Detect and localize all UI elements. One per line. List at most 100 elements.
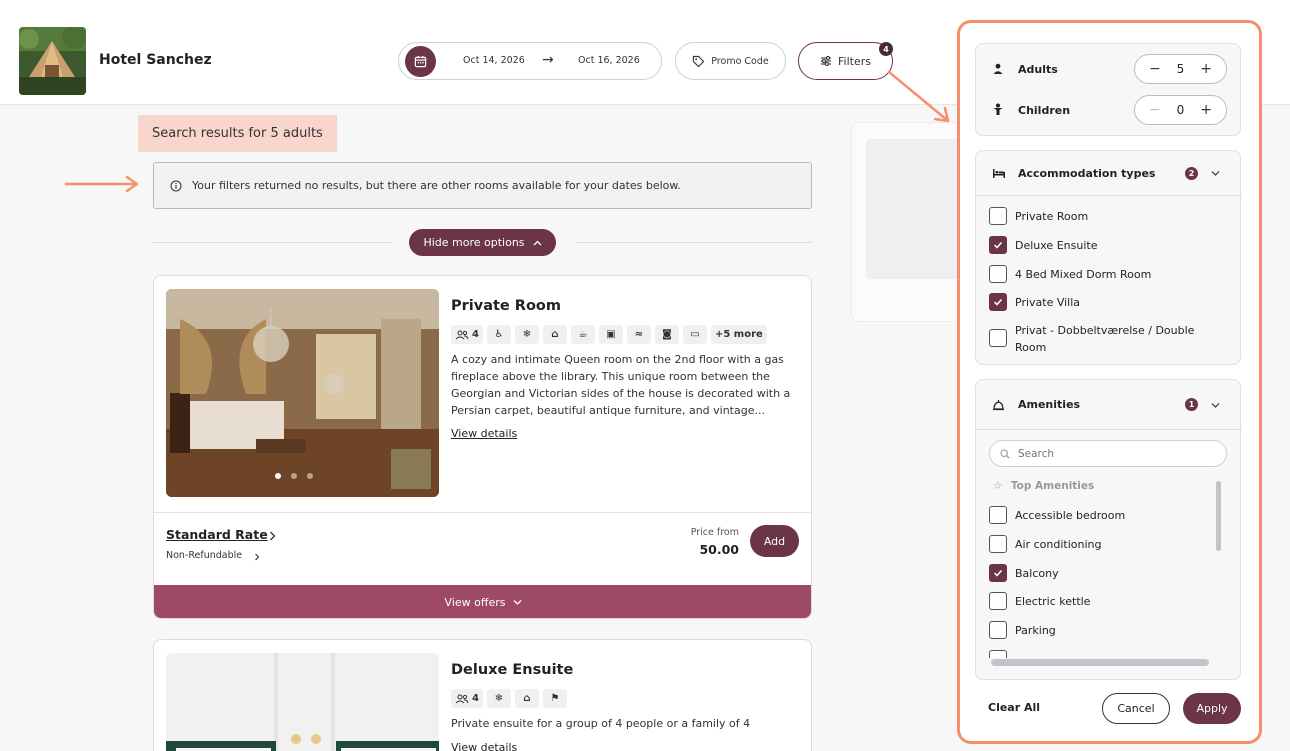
accommodation-option[interactable]: Private Villa — [989, 293, 1080, 311]
minus-icon[interactable]: − — [1149, 102, 1161, 118]
chevron-down-icon — [1211, 171, 1220, 176]
filters-count-badge: 4 — [879, 42, 893, 56]
air-conditioning-icon: ❄ — [522, 329, 532, 340]
check-icon — [993, 569, 1003, 577]
checkbox[interactable] — [989, 329, 1007, 347]
vertical-scrollbar[interactable] — [1216, 481, 1221, 551]
cancel-button[interactable]: Cancel — [1102, 693, 1170, 724]
amenity-chip: ◙ — [654, 325, 679, 344]
amenity-option[interactable]: Accessible bedroom — [989, 506, 1125, 524]
room-photo[interactable] — [166, 289, 439, 497]
search-icon — [1000, 448, 1010, 459]
view-offers-label: View offers — [444, 595, 506, 609]
checkbox[interactable] — [989, 650, 1007, 658]
checkbox[interactable] — [989, 564, 1007, 582]
amenities-search-input[interactable] — [1018, 447, 1208, 460]
room-photo[interactable] — [166, 653, 439, 751]
amenity-option[interactable]: Balcony — [989, 564, 1059, 582]
hide-more-options-button[interactable]: Hide more options — [409, 229, 556, 256]
chevron-right-icon[interactable] — [269, 531, 276, 541]
guests-count: 4 — [472, 693, 479, 704]
option-label: Privat - Dobbeltværelse / Double Room — [1015, 324, 1195, 354]
view-details-link[interactable]: View details — [451, 741, 517, 751]
option-label: Parking — [1015, 624, 1056, 637]
price-label: Price from — [690, 527, 739, 538]
rate-name-link[interactable]: Standard Rate — [166, 527, 268, 542]
hotel-name: Hotel Sanchez — [99, 52, 212, 68]
check-out-date[interactable]: Oct 16, 2026 — [578, 55, 640, 66]
calendar-icon — [414, 55, 427, 68]
checkbox[interactable] — [989, 592, 1007, 610]
children-stepper[interactable]: − 0 + — [1134, 95, 1227, 125]
accommodation-option[interactable]: Deluxe Ensuite — [989, 236, 1097, 254]
top-amenities-heading: ☆ Top Amenities — [993, 479, 1094, 492]
clear-all-button[interactable]: Clear All — [988, 701, 1040, 714]
amenity-chip: ⌂ — [514, 689, 539, 708]
check-in-date[interactable]: Oct 14, 2026 — [463, 55, 525, 66]
chevron-right-icon[interactable] — [254, 553, 260, 561]
child-icon — [993, 103, 1003, 115]
divider — [575, 242, 812, 243]
view-details-link[interactable]: View details — [451, 427, 517, 440]
minus-icon[interactable]: − — [1149, 61, 1161, 77]
amenity-chips: 4 ♿ ❄ ⌂ ☕ ▣ ≈ ◙ ▭ +5 more — [451, 325, 767, 344]
rate-row: Standard Rate Non-Refundable Price from … — [154, 512, 811, 585]
arrow-right-icon: → — [542, 52, 554, 68]
guests-chip: 4 — [451, 689, 483, 708]
adults-stepper[interactable]: − 5 + — [1134, 54, 1227, 84]
accommodation-types-header[interactable]: Accommodation types 2 — [976, 151, 1242, 196]
room-description: A cozy and intimate Queen room on the 2n… — [451, 353, 791, 417]
amenity-option[interactable]: Parking — [989, 621, 1056, 639]
guests-section: Adults − 5 + Children − 0 + — [975, 43, 1241, 136]
checkbox[interactable] — [989, 236, 1007, 254]
no-results-notice: Your filters returned no results, but th… — [153, 162, 812, 209]
accommodation-option[interactable]: Privat - Dobbeltværelse / Double Room — [989, 321, 1229, 356]
amenity-option[interactable]: Air conditioning — [989, 535, 1101, 553]
rate-policy[interactable]: Non-Refundable — [166, 550, 242, 561]
room-title: Deluxe Ensuite — [451, 662, 574, 678]
sliders-icon — [821, 55, 831, 67]
apply-button[interactable]: Apply — [1183, 693, 1241, 724]
view-offers-button[interactable]: View offers — [154, 585, 811, 618]
accommodation-option[interactable]: 4 Bed Mixed Dorm Room — [989, 265, 1151, 283]
amenity-chip: ▣ — [598, 325, 623, 344]
amenities-header[interactable]: Amenities 1 — [976, 380, 1242, 430]
checkbox[interactable] — [989, 293, 1007, 311]
hotel-logo — [19, 27, 86, 95]
price-value: 50.00 — [699, 542, 739, 557]
accommodation-option[interactable]: Private Room — [989, 207, 1088, 225]
plus-icon[interactable]: + — [1200, 102, 1212, 118]
option-label: Private Villa — [1015, 296, 1081, 309]
amenities-search[interactable] — [989, 440, 1227, 467]
accommodation-count-badge: 2 — [1185, 166, 1198, 180]
checkbox[interactable] — [989, 506, 1007, 524]
amenities-section: Amenities 1 ☆ Top Amenities Accessible b… — [975, 379, 1242, 680]
add-button[interactable]: Add — [750, 525, 799, 557]
plus-icon[interactable]: + — [1200, 61, 1212, 77]
amenity-chip: ♿ — [486, 325, 511, 344]
adults-row: Adults − 5 + — [976, 49, 1242, 89]
checkbox[interactable] — [989, 621, 1007, 639]
amenity-chip: ▭ — [682, 325, 707, 344]
hide-more-options-label: Hide more options — [423, 236, 525, 249]
check-icon — [993, 241, 1003, 249]
users-icon — [455, 694, 469, 703]
more-amenities-chip[interactable]: +5 more — [710, 325, 767, 344]
checkbox[interactable] — [989, 265, 1007, 283]
chevron-down-icon — [1211, 402, 1220, 408]
date-range-picker[interactable]: Oct 14, 2026 → Oct 16, 2026 — [398, 42, 662, 80]
hairdryer-icon: ⚑ — [550, 693, 560, 704]
amenity-option[interactable]: Electric kettle — [989, 592, 1090, 610]
filters-button[interactable]: Filters 4 — [798, 42, 893, 80]
tv-icon: ▭ — [690, 329, 700, 340]
checkbox[interactable] — [989, 535, 1007, 553]
amenity-option[interactable] — [989, 650, 1007, 658]
horizontal-scrollbar[interactable] — [991, 659, 1209, 666]
checkbox[interactable] — [989, 207, 1007, 225]
amenities-title: Amenities — [1018, 398, 1081, 411]
chevron-up-icon — [533, 240, 542, 245]
promo-code-button[interactable]: Promo Code — [675, 42, 786, 80]
option-label: Electric kettle — [1015, 595, 1091, 608]
calendar-button[interactable] — [405, 46, 436, 77]
amenity-chip: ≈ — [626, 325, 651, 344]
